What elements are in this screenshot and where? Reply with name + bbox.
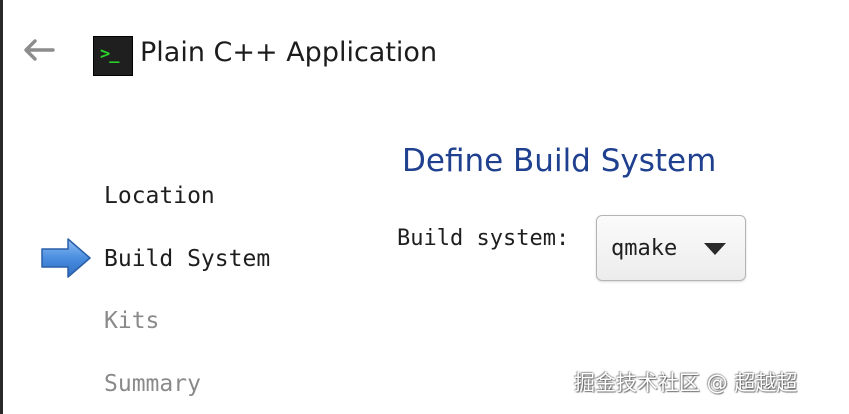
wizard-window: >_ Plain C++ Application Location Build … (0, 0, 849, 414)
page-title: Define Build System (402, 143, 717, 179)
chevron-down-icon (704, 243, 726, 255)
build-system-select[interactable]: qmake (596, 215, 746, 281)
step-kits[interactable]: Kits (104, 306, 159, 336)
step-location[interactable]: Location (104, 181, 215, 211)
back-arrow-icon (24, 39, 55, 61)
window-edge (0, 0, 3, 414)
terminal-prompt-glyph: >_ (100, 44, 120, 64)
current-step-arrow-icon (41, 238, 91, 278)
step-summary[interactable]: Summary (104, 369, 201, 399)
step-build-system[interactable]: Build System (104, 244, 270, 274)
terminal-icon: >_ (93, 36, 133, 76)
build-system-label: Build system: (397, 226, 570, 251)
build-system-value: qmake (611, 236, 678, 261)
back-button[interactable] (20, 34, 56, 66)
wizard-title: Plain C++ Application (140, 37, 438, 68)
watermark: 掘金技术社区 @ 超越超 (574, 371, 798, 395)
